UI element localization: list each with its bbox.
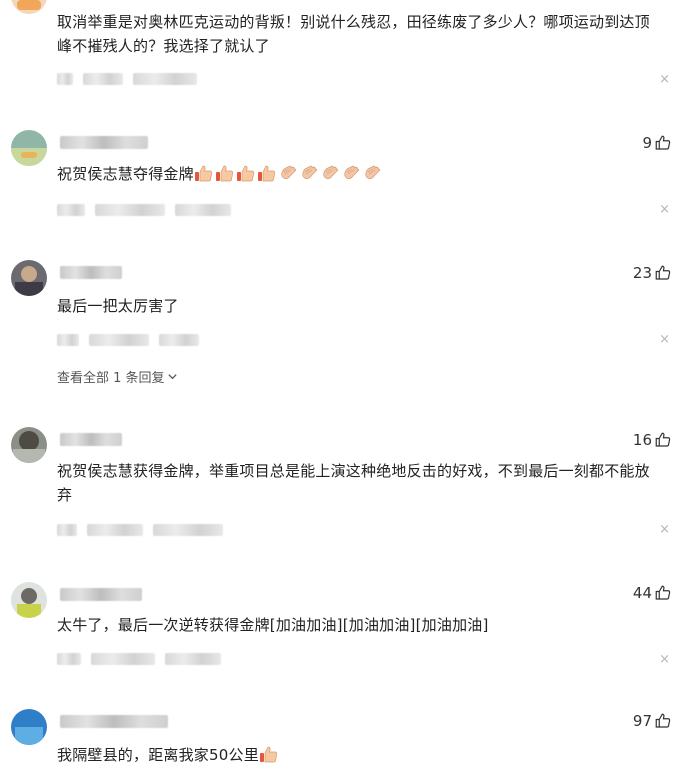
comment-body: 我隔壁县的，距离我家50公里 — [57, 746, 259, 764]
avatar[interactable] — [11, 709, 47, 745]
chevron-down-icon — [167, 374, 177, 380]
comment-text: 祝贺侯志慧获得金牌，举重项目总是能上演这种绝地反击的好戏，不到最后一刻都不能放弃 — [57, 462, 650, 504]
clapping-emoji — [344, 165, 359, 179]
username[interactable] — [60, 588, 142, 601]
avatar[interactable] — [11, 130, 47, 166]
thumbs-up-emoji — [215, 165, 233, 182]
thumbs-up-emoji — [236, 165, 254, 182]
like-count: 97 — [632, 712, 652, 730]
clapping-emoji — [302, 165, 317, 179]
comment-text: 我隔壁县的，距离我家50公里 — [57, 743, 663, 767]
close-icon[interactable]: × — [659, 333, 670, 347]
like-button[interactable]: 23 — [633, 263, 672, 283]
comment-text: 祝贺侯志慧夺得金牌 — [57, 162, 663, 186]
avatar[interactable] — [11, 582, 47, 618]
like-button[interactable]: 9 — [642, 133, 672, 153]
avatar[interactable] — [11, 260, 47, 296]
like-count: 44 — [632, 584, 652, 602]
close-icon[interactable]: × — [659, 523, 670, 537]
comment-meta — [57, 203, 231, 217]
close-icon[interactable]: × — [659, 653, 670, 667]
avatar[interactable] — [11, 427, 47, 463]
username[interactable] — [60, 715, 168, 728]
comment-text: 取消举重是对奥林匹克运动的背叛！别说什么残忍，田径练废了多少人？哪项运动到达顶峰… — [57, 13, 650, 55]
username[interactable] — [60, 433, 122, 446]
thumbs-up-outline-icon — [655, 432, 671, 447]
like-count: 23 — [632, 264, 652, 282]
clapping-emoji — [281, 165, 296, 179]
thumbs-up-emoji — [194, 165, 212, 182]
clapping-emoji — [365, 165, 380, 179]
thumbs-up-outline-icon — [655, 135, 671, 150]
replies-label: 查看全部 1 条回复 — [57, 371, 165, 386]
like-count: 9 — [642, 134, 652, 152]
comment-text: 太牛了，最后一次逆转获得金牌[加油加油][加油加油][加油加油] — [57, 616, 489, 634]
emoji-row — [259, 746, 280, 764]
thumbs-up-outline-icon — [655, 265, 671, 280]
comment-meta — [57, 523, 223, 537]
comment-text: 最后一把太厉害了 — [57, 297, 179, 315]
thumbs-up-outline-icon — [655, 585, 671, 600]
close-icon[interactable]: × — [659, 203, 670, 217]
emoji-row — [194, 165, 383, 183]
comment-meta — [57, 652, 221, 666]
comment-body: 祝贺侯志慧夺得金牌 — [57, 165, 194, 183]
username[interactable] — [60, 266, 122, 279]
like-count: 16 — [632, 431, 652, 449]
clapping-emoji — [323, 165, 338, 179]
like-button[interactable]: 44 — [633, 583, 672, 603]
view-replies-link[interactable]: 查看全部 1 条回复 — [57, 367, 178, 386]
thumbs-up-outline-icon — [655, 713, 671, 728]
close-icon[interactable]: × — [659, 73, 670, 87]
thumbs-up-emoji — [257, 165, 275, 182]
avatar[interactable] — [11, 0, 47, 14]
comment-meta — [57, 72, 197, 86]
thumbs-up-emoji — [259, 746, 278, 763]
username[interactable] — [60, 136, 148, 149]
like-button[interactable]: 97 — [633, 711, 672, 731]
like-button[interactable]: 16 — [633, 430, 672, 450]
comment-meta — [57, 333, 199, 347]
